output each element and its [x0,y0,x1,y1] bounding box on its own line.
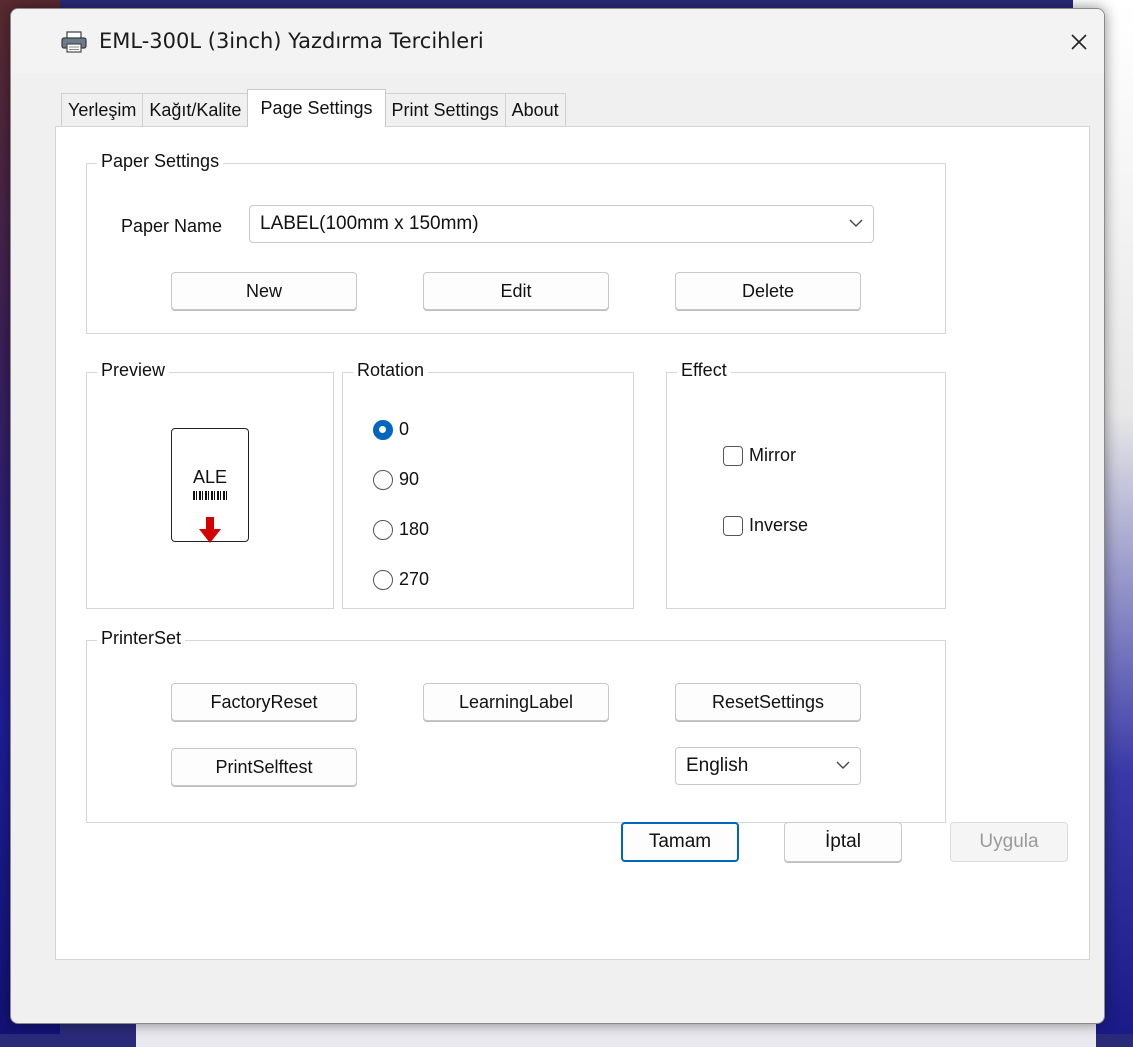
language-value: English [686,755,749,776]
label-preview-image: ALE [171,428,249,543]
rotation-90-radio[interactable]: 90 [373,469,419,490]
inverse-label: Inverse [749,515,809,535]
learning-label-button[interactable]: LearningLabel [423,683,609,721]
rotation-title: Rotation [353,360,429,381]
rotation-270-label: 270 [399,569,430,589]
window-title: EML-300L (3inch) Yazdırma Tercihleri [99,29,484,53]
print-preferences-dialog: EML-300L (3inch) Yazdırma Tercihleri Yer… [10,8,1105,1024]
tab-label: About [511,100,559,120]
rotation-90-label: 90 [399,469,420,489]
paper-name-value: LABEL(100mm x 150mm) [260,213,479,234]
radio-indicator [373,419,393,440]
radio-indicator [373,569,393,590]
cancel-button[interactable]: İptal [784,822,902,862]
tab-print-settings[interactable]: Print Settings [384,93,506,127]
tab-strip: Yerleşim Kağıt/Kalite Page Settings Prin… [61,89,566,127]
radio-indicator [373,469,393,490]
tab-label: Page Settings [260,98,373,118]
chevron-down-icon [836,761,850,769]
tab-yerlesim[interactable]: Yerleşim [61,93,144,127]
tab-kagit-kalite[interactable]: Kağıt/Kalite [142,93,249,127]
inverse-checkbox[interactable]: Inverse [723,515,808,536]
printer-icon [61,31,87,53]
rotation-0-label: 0 [399,419,410,439]
edit-button[interactable]: Edit [423,272,609,310]
paper-settings-group: Paper Settings Paper Name LABEL(100mm x … [86,151,946,334]
tab-label: Yerleşim [68,100,137,120]
language-dropdown[interactable]: English [675,747,861,785]
close-button[interactable] [1054,19,1104,65]
feed-direction-arrow-icon [199,517,221,543]
tab-label: Print Settings [391,100,499,120]
barcode-icon [193,491,227,500]
checkbox-box [723,445,743,466]
checkbox-box [723,515,743,536]
page-settings-panel: Paper Settings Paper Name LABEL(100mm x … [55,126,1090,960]
rotation-180-label: 180 [399,519,430,539]
reset-settings-button[interactable]: ResetSettings [675,683,861,721]
effect-group: Effect Mirror Inverse [666,360,946,609]
rotation-0-radio[interactable]: 0 [373,419,409,440]
rotation-group: Rotation 0 90 180 270 [342,360,634,609]
preview-sample-text: ALE [192,467,228,487]
paper-name-dropdown[interactable]: LABEL(100mm x 150mm) [249,205,874,243]
radio-indicator [373,519,393,540]
rotation-180-radio[interactable]: 180 [373,519,429,540]
preview-group: Preview ALE [86,360,334,609]
new-button[interactable]: New [171,272,357,310]
effect-title: Effect [677,360,731,381]
paper-name-label: Paper Name [121,216,223,236]
tab-label: Kağıt/Kalite [149,100,242,120]
close-icon [1071,34,1087,50]
mirror-checkbox[interactable]: Mirror [723,445,796,466]
paper-settings-title: Paper Settings [97,151,224,172]
printerset-title: PrinterSet [97,628,186,649]
preview-title: Preview [97,360,170,381]
ok-button[interactable]: Tamam [621,822,739,862]
apply-button[interactable]: Uygula [950,822,1068,862]
title-bar: EML-300L (3inch) Yazdırma Tercihleri [11,9,1104,73]
print-selftest-button[interactable]: PrintSelftest [171,748,357,786]
mirror-label: Mirror [749,445,796,465]
chevron-down-icon [849,219,863,227]
factory-reset-button[interactable]: FactoryReset [171,683,357,721]
rotation-270-radio[interactable]: 270 [373,569,429,590]
delete-button[interactable]: Delete [675,272,861,310]
tab-about[interactable]: About [504,93,566,127]
printerset-group: PrinterSet FactoryReset LearningLabel Re… [86,628,946,823]
tab-page-settings[interactable]: Page Settings [247,89,386,127]
